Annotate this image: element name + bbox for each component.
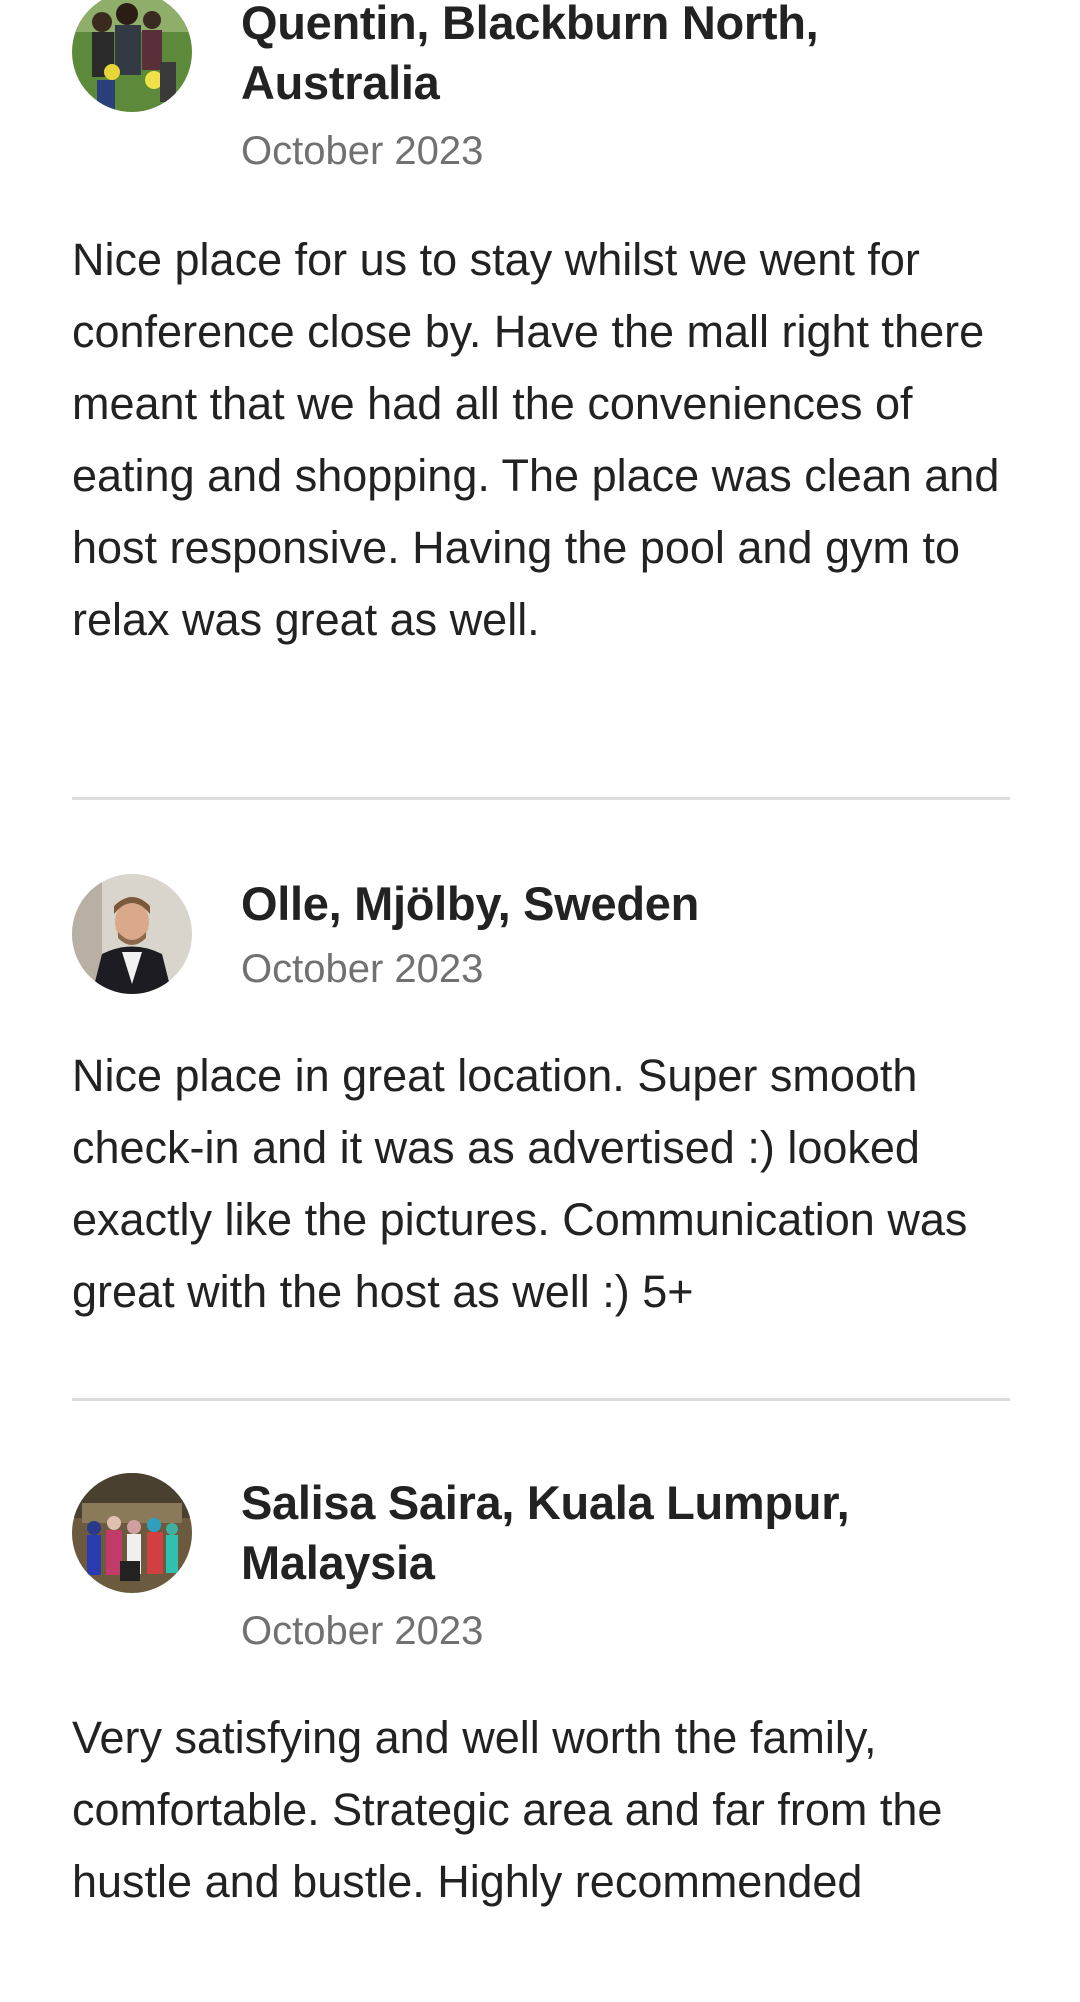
review-date: October 2023 bbox=[241, 129, 484, 173]
review-card: Salisa Saira, Kuala Lumpur, Malaysia Oct… bbox=[72, 1473, 1010, 2002]
divider bbox=[72, 1398, 1010, 1401]
family-photo-avatar-icon bbox=[72, 0, 192, 112]
review-card: Olle, Mjölby, Sweden October 2023 Nice p… bbox=[72, 874, 1010, 1324]
reviewer-name: Quentin, Blackburn North, Australia bbox=[241, 0, 819, 109]
reviewer-avatar[interactable] bbox=[72, 1473, 192, 1593]
man-portrait-avatar-icon bbox=[72, 874, 192, 994]
group-photo-avatar-icon bbox=[72, 1473, 192, 1593]
review-date: October 2023 bbox=[241, 947, 484, 991]
reviewer-avatar[interactable] bbox=[72, 874, 192, 994]
review-text: Nice place for us to stay whilst we went… bbox=[72, 234, 1000, 645]
reviewer-name: Olle, Mjölby, Sweden bbox=[241, 877, 699, 930]
divider bbox=[72, 797, 1010, 800]
reviewer-avatar[interactable] bbox=[72, 0, 192, 112]
review-date: October 2023 bbox=[241, 1609, 484, 1653]
review-text: Nice place in great location. Super smoo… bbox=[72, 1050, 968, 1317]
review-text: Very satisfying and well worth the famil… bbox=[72, 1712, 943, 1907]
review-card: Quentin, Blackburn North, Australia Octo… bbox=[72, 0, 1010, 740]
reviewer-name: Salisa Saira, Kuala Lumpur, Malaysia bbox=[241, 1476, 850, 1589]
